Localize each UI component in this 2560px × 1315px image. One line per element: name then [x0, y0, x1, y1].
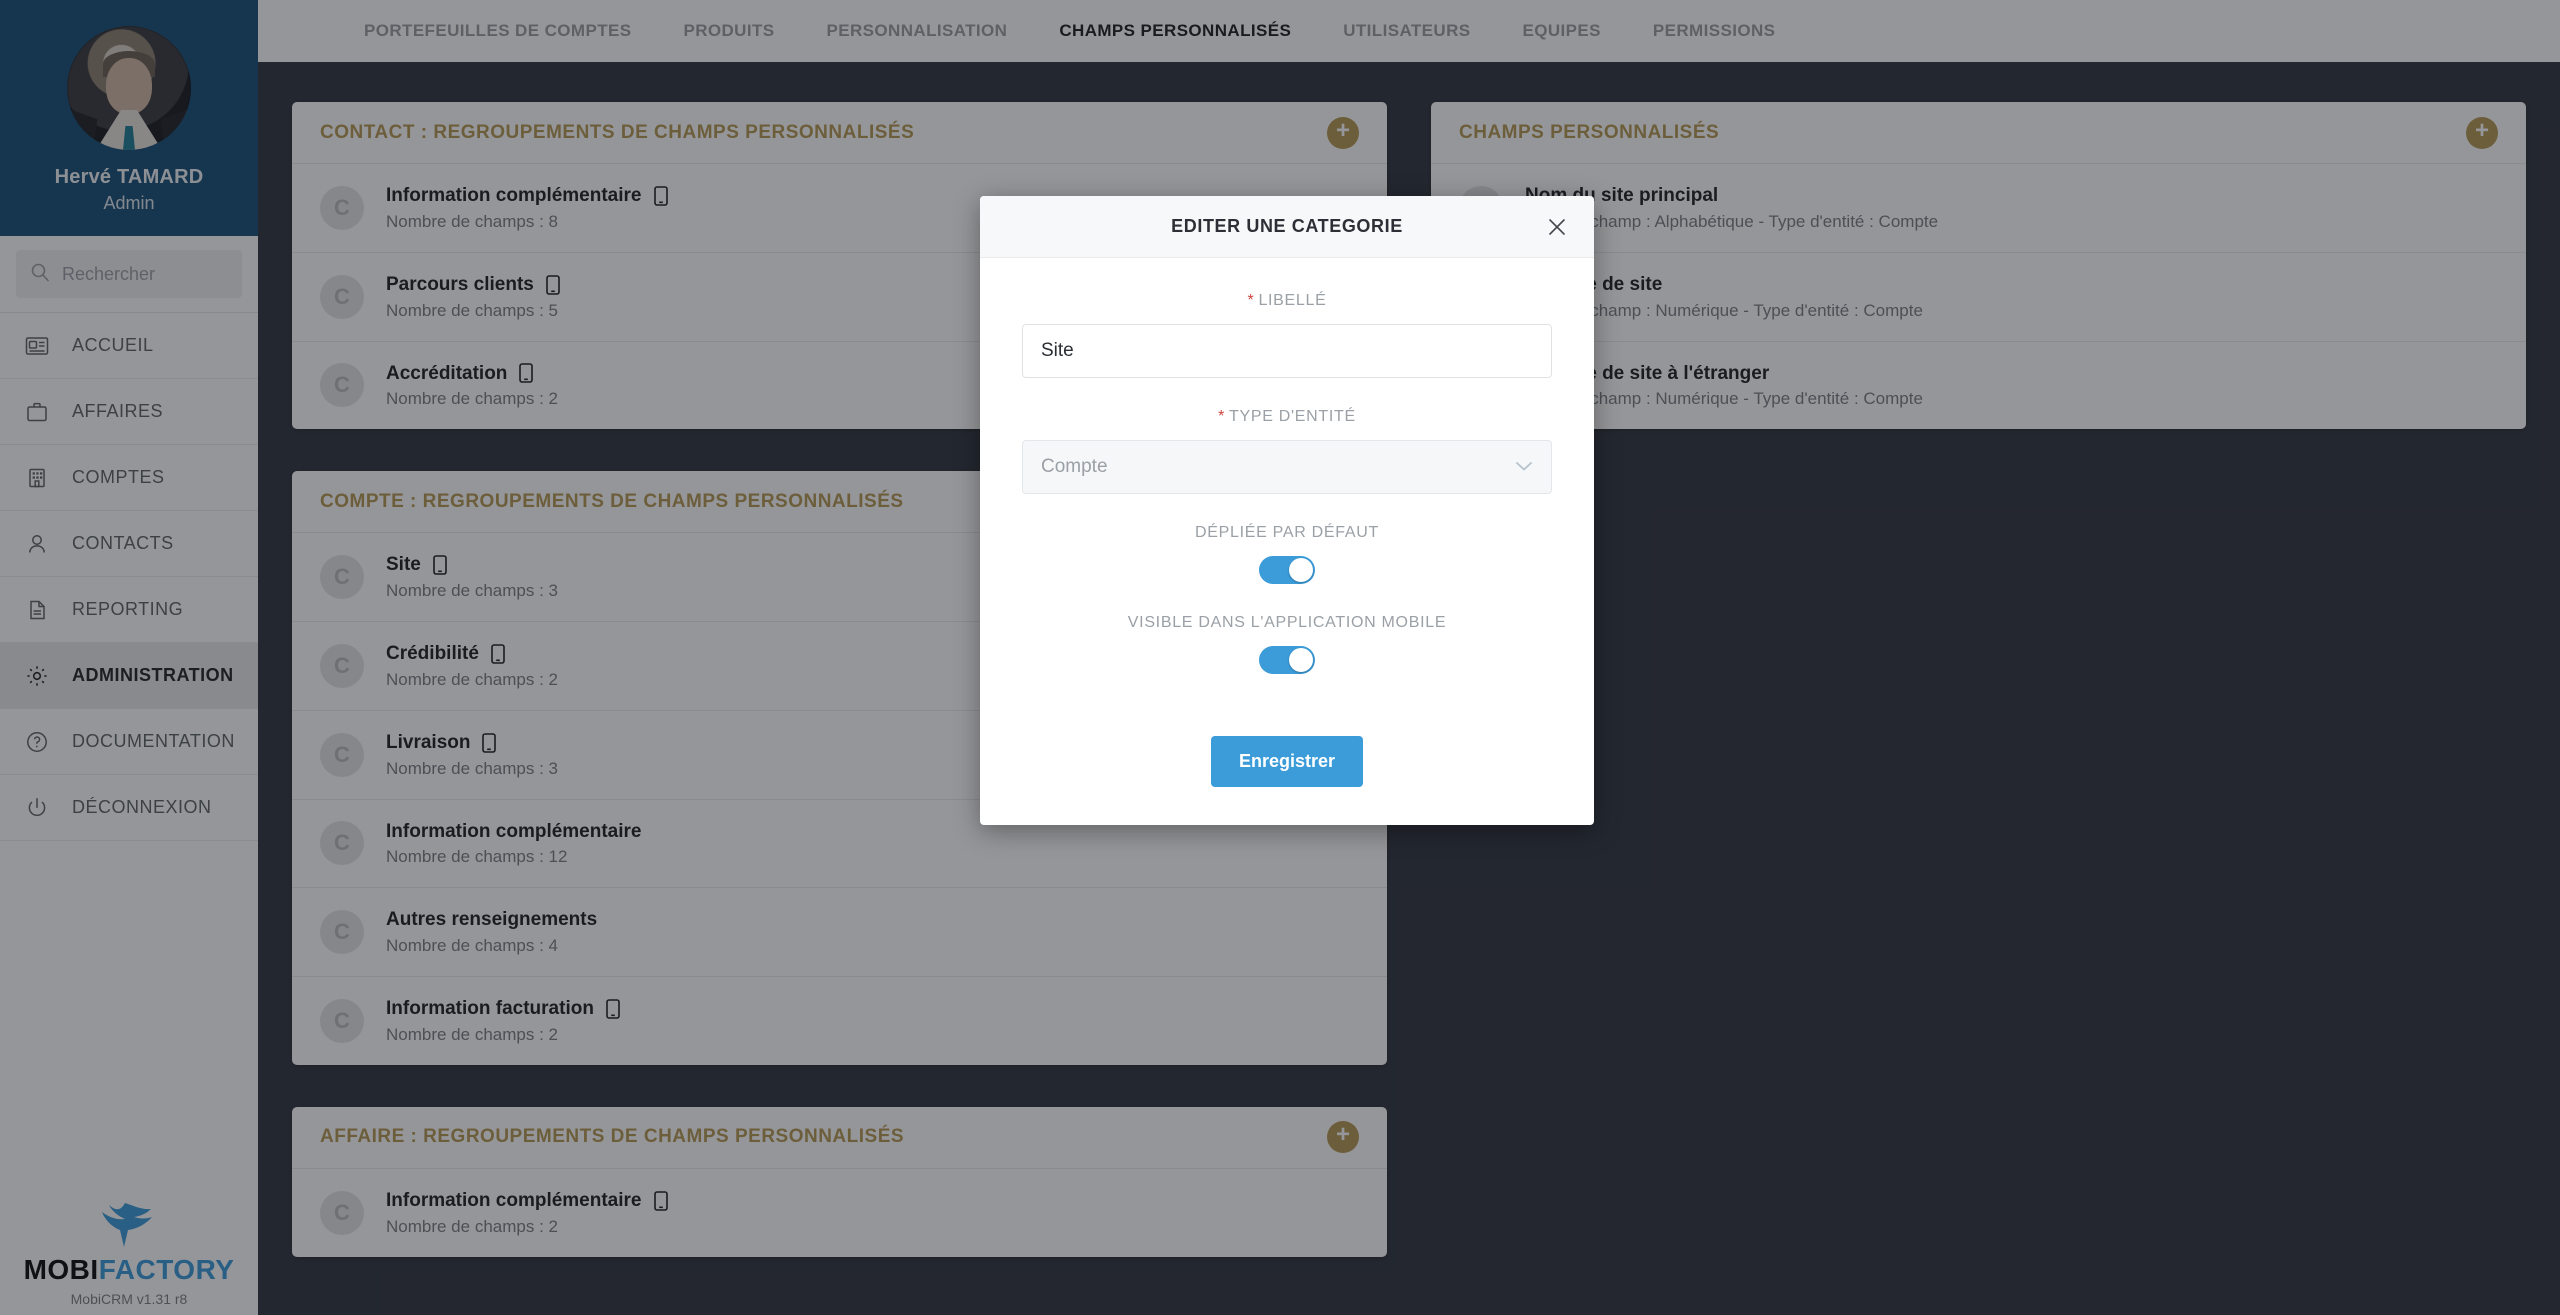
field-libelle: *LIBELLÉ — [1022, 292, 1552, 378]
required-marker: * — [1248, 292, 1255, 309]
type-entite-select[interactable]: Compte — [1022, 440, 1552, 494]
save-button[interactable]: Enregistrer — [1211, 736, 1363, 787]
depliee-toggle[interactable] — [1259, 556, 1315, 584]
field-visible-mobile: VISIBLE DANS L'APPLICATION MOBILE — [1022, 614, 1552, 674]
field-depliee-label: DÉPLIÉE PAR DÉFAUT — [1022, 524, 1552, 542]
modal-header: EDITER UNE CATEGORIE — [980, 196, 1594, 258]
field-type-entite-label: *TYPE D'ENTITÉ — [1022, 408, 1552, 426]
required-marker: * — [1218, 408, 1225, 425]
libelle-input[interactable] — [1022, 324, 1552, 378]
edit-category-modal: EDITER UNE CATEGORIE *LIBELLÉ *TYPE D'EN… — [980, 196, 1594, 825]
close-icon[interactable] — [1542, 212, 1572, 242]
modal-title: EDITER UNE CATEGORIE — [1171, 216, 1403, 237]
visible-mobile-toggle[interactable] — [1259, 646, 1315, 674]
field-label-text: LIBELLÉ — [1258, 292, 1326, 309]
field-visible-mobile-label: VISIBLE DANS L'APPLICATION MOBILE — [1022, 614, 1552, 632]
modal-footer: Enregistrer — [980, 714, 1594, 825]
field-depliee-par-defaut: DÉPLIÉE PAR DÉFAUT — [1022, 524, 1552, 584]
type-entite-selected-value: Compte — [1041, 456, 1108, 478]
chevron-down-icon — [1515, 456, 1533, 478]
modal-body: *LIBELLÉ *TYPE D'ENTITÉ Compte — [980, 258, 1594, 714]
app-root: Hervé TAMARD Admin — [0, 0, 2560, 1315]
field-type-entite: *TYPE D'ENTITÉ Compte — [1022, 408, 1552, 494]
field-libelle-label: *LIBELLÉ — [1022, 292, 1552, 310]
field-label-text: TYPE D'ENTITÉ — [1229, 408, 1356, 425]
